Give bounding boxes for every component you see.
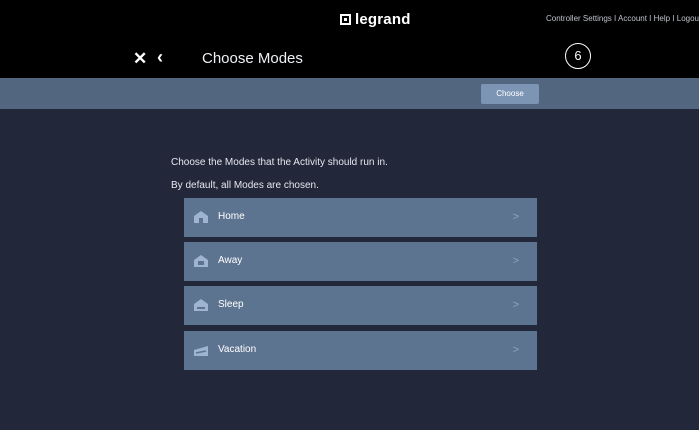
brand-name: legrand (355, 11, 411, 28)
top-bar: legrand Controller Settings I Account I … (0, 0, 699, 78)
mode-item-home[interactable]: Home > (184, 198, 537, 237)
house-icon (194, 211, 208, 223)
legrand-logo: legrand (340, 11, 411, 28)
link-account[interactable]: Account (618, 14, 647, 23)
step-badge: 6 (565, 43, 591, 69)
mode-label: Home (218, 211, 245, 222)
mode-item-sleep[interactable]: Sleep > (184, 286, 537, 325)
link-logout[interactable]: Logou (677, 14, 699, 23)
mode-item-vacation[interactable]: Vacation > (184, 331, 537, 370)
mode-label: Sleep (218, 299, 244, 310)
top-links: Controller Settings I Account I Help I L… (546, 14, 699, 23)
close-icon[interactable]: ✕ (133, 50, 147, 67)
house-away-icon (194, 255, 208, 267)
chevron-right-icon: > (512, 344, 519, 356)
intro-text: Choose the Modes that the Activity shoul… (171, 157, 388, 168)
back-arrow-icon[interactable]: ‹ (157, 48, 163, 66)
house-sleep-icon (194, 299, 208, 311)
action-bar (0, 78, 699, 109)
chevron-right-icon: > (512, 255, 519, 267)
chevron-right-icon: > (512, 211, 519, 223)
chevron-right-icon: > (512, 299, 519, 311)
logo-mark-icon (340, 14, 351, 25)
mode-label: Vacation (218, 344, 257, 355)
vacation-icon (194, 346, 208, 356)
mode-label: Away (218, 255, 243, 266)
choose-button[interactable]: Choose (481, 84, 539, 104)
link-controller-settings[interactable]: Controller Settings (546, 14, 612, 23)
page-title: Choose Modes (202, 50, 303, 67)
mode-item-away[interactable]: Away > (184, 242, 537, 281)
link-help[interactable]: Help (654, 14, 670, 23)
default-note: By default, all Modes are chosen. (171, 180, 319, 191)
